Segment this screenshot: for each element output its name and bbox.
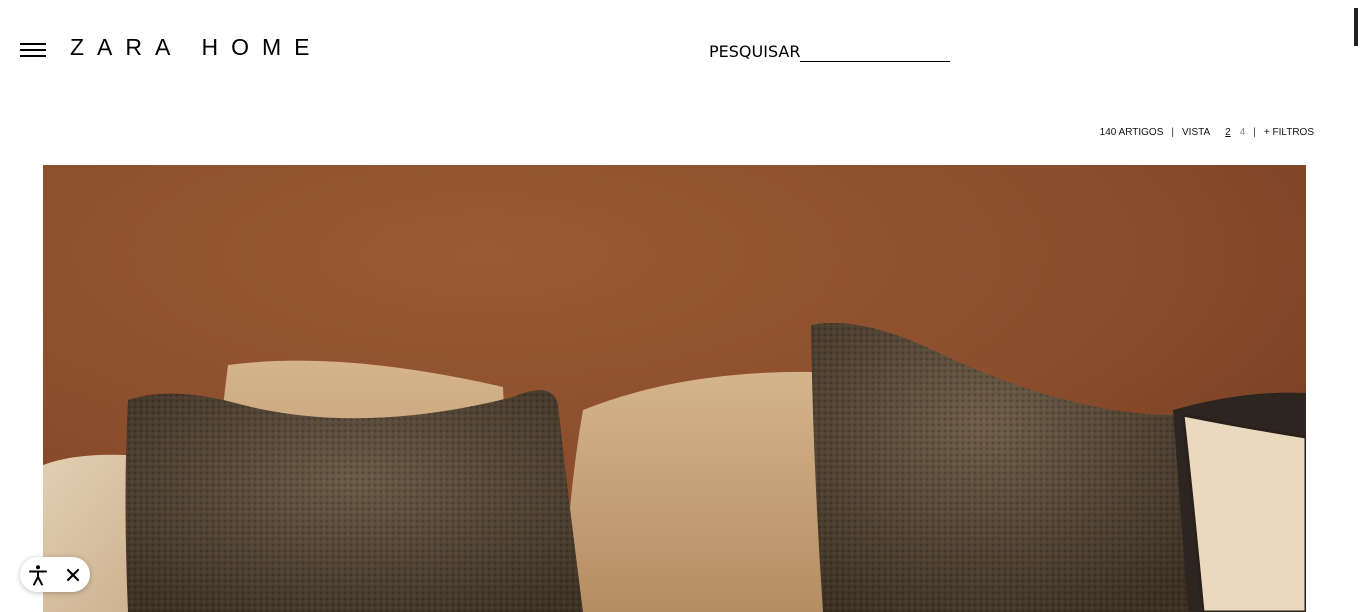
view-option-2[interactable]: 2 — [1225, 127, 1231, 138]
item-count: 140 ARTIGOS — [1099, 127, 1164, 138]
results-toolbar: 140 ARTIGOS | VISTA 2 4 | + FILTROS — [1100, 127, 1314, 138]
separator: | — [1171, 127, 1174, 138]
filters-button[interactable]: + FILTROS — [1264, 127, 1314, 138]
scrollbar[interactable] — [1354, 8, 1358, 46]
accessibility-icon-svg — [28, 564, 47, 585]
hero-image[interactable] — [43, 165, 1306, 612]
separator: | — [1253, 127, 1256, 138]
view-label: VISTA — [1182, 127, 1211, 138]
accessibility-icon[interactable] — [26, 563, 50, 587]
logo[interactable]: ZARA HOME — [70, 34, 322, 61]
hamburger-icon[interactable] — [20, 43, 46, 59]
search-input[interactable]: PESQUISAR — [709, 42, 951, 62]
search-label: PESQUISAR — [709, 42, 801, 61]
close-icon[interactable] — [61, 563, 85, 587]
boucle-texture — [125, 390, 583, 612]
search-underline — [800, 43, 951, 62]
view-option-4[interactable]: 4 — [1240, 127, 1246, 138]
hamburger-line — [20, 43, 46, 45]
linen-cushion — [563, 371, 843, 612]
page: ZARA HOME PESQUISAR 140 ARTIGOS | VISTA … — [0, 0, 1360, 612]
close-icon-svg — [66, 568, 79, 581]
hamburger-line — [20, 55, 46, 57]
accessibility-widget — [20, 557, 90, 592]
hamburger-line — [20, 49, 46, 51]
hero-illustration — [43, 165, 1306, 612]
cream-cushion — [1181, 413, 1306, 612]
